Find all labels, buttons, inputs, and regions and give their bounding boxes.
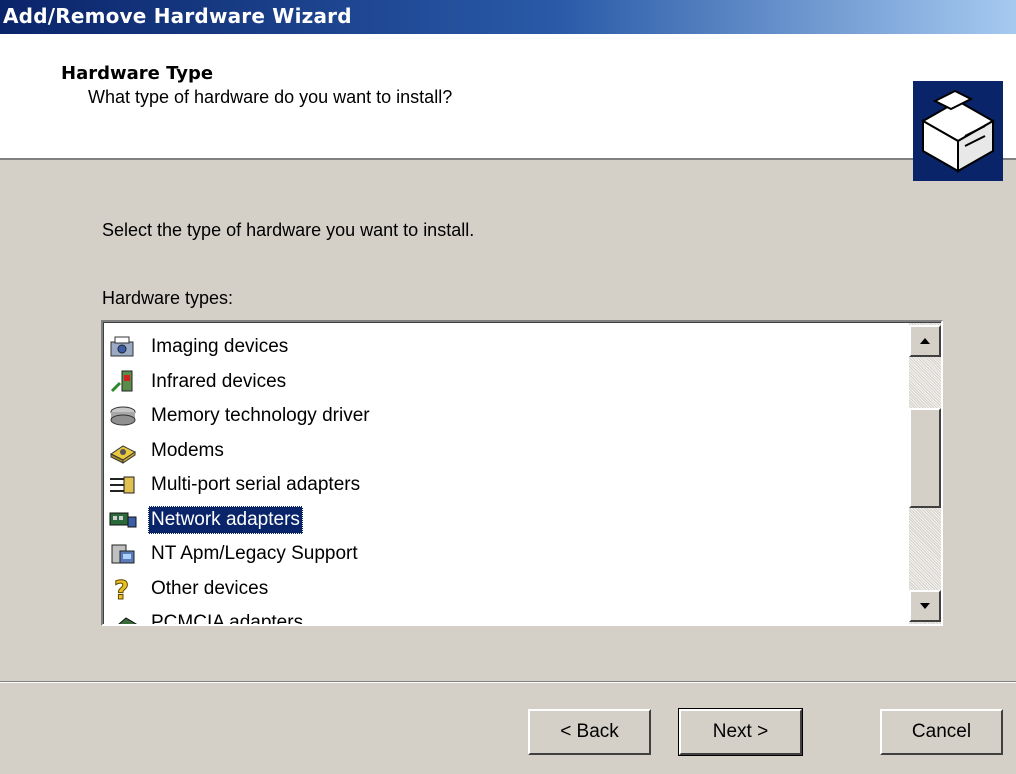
vertical-scrollbar[interactable] xyxy=(909,323,941,624)
list-item[interactable]: Modems xyxy=(108,434,908,469)
arrow-down-icon xyxy=(919,597,931,615)
back-button[interactable]: < Back xyxy=(528,709,651,755)
list-item[interactable]: ? Other devices xyxy=(108,572,908,607)
memory-driver-icon xyxy=(108,402,148,430)
multiport-serial-icon xyxy=(108,471,148,499)
list-item-label: Multi-port serial adapters xyxy=(151,474,361,496)
pcmcia-icon xyxy=(108,609,148,624)
arrow-up-icon xyxy=(919,332,931,350)
wizard-header: Hardware Type What type of hardware do y… xyxy=(0,34,1016,181)
page-subtitle: What type of hardware do you want to ins… xyxy=(88,87,453,107)
imaging-icon xyxy=(108,333,148,361)
list-item[interactable]: Imaging devices xyxy=(108,330,908,365)
list-item-label: Imaging devices xyxy=(151,336,289,358)
list-item[interactable]: Memory technology driver xyxy=(108,399,908,434)
list-item-selected[interactable]: Network adapters xyxy=(108,503,908,538)
modem-icon xyxy=(108,437,148,465)
list-item-label: NT Apm/Legacy Support xyxy=(151,543,358,565)
infrared-icon xyxy=(108,368,148,396)
scroll-down-button[interactable] xyxy=(909,590,941,622)
button-separator xyxy=(0,681,1016,683)
list-item-label: Network adapters xyxy=(148,505,303,534)
legacy-support-icon xyxy=(108,540,148,568)
window-title: Add/Remove Hardware Wizard xyxy=(3,4,352,28)
list-item-label: Infrared devices xyxy=(151,370,287,392)
hardware-types-listbox[interactable]: Imaging devices Infrared devices Memory … xyxy=(101,320,943,626)
next-button[interactable]: Next > xyxy=(678,708,803,756)
hardware-types-label: Hardware types: xyxy=(102,288,234,308)
list-item-label: PCMCIA adapters xyxy=(151,612,304,626)
scroll-up-button[interactable] xyxy=(909,325,941,357)
list-item[interactable]: Multi-port serial adapters xyxy=(108,468,908,503)
cancel-button[interactable]: Cancel xyxy=(880,709,1003,755)
list-item[interactable]: PCMCIA adapters xyxy=(108,606,908,626)
question-mark-icon: ? xyxy=(108,575,148,603)
hardware-types-list: Imaging devices Infrared devices Memory … xyxy=(108,330,908,626)
list-item-label: Modems xyxy=(151,439,224,461)
title-bar[interactable]: Add/Remove Hardware Wizard xyxy=(0,0,1016,34)
list-item-label: Other devices xyxy=(151,577,269,599)
list-item[interactable]: NT Apm/Legacy Support xyxy=(108,537,908,572)
list-item-label: Memory technology driver xyxy=(151,405,370,427)
scrollbar-thumb[interactable] xyxy=(909,408,941,508)
list-item[interactable]: Infrared devices xyxy=(108,365,908,400)
network-adapter-icon xyxy=(108,506,148,534)
instruction-text: Select the type of hardware you want to … xyxy=(102,220,475,240)
hardware-box-icon xyxy=(913,81,1003,181)
svg-text:?: ? xyxy=(114,576,129,602)
page-title: Hardware Type xyxy=(61,63,214,84)
